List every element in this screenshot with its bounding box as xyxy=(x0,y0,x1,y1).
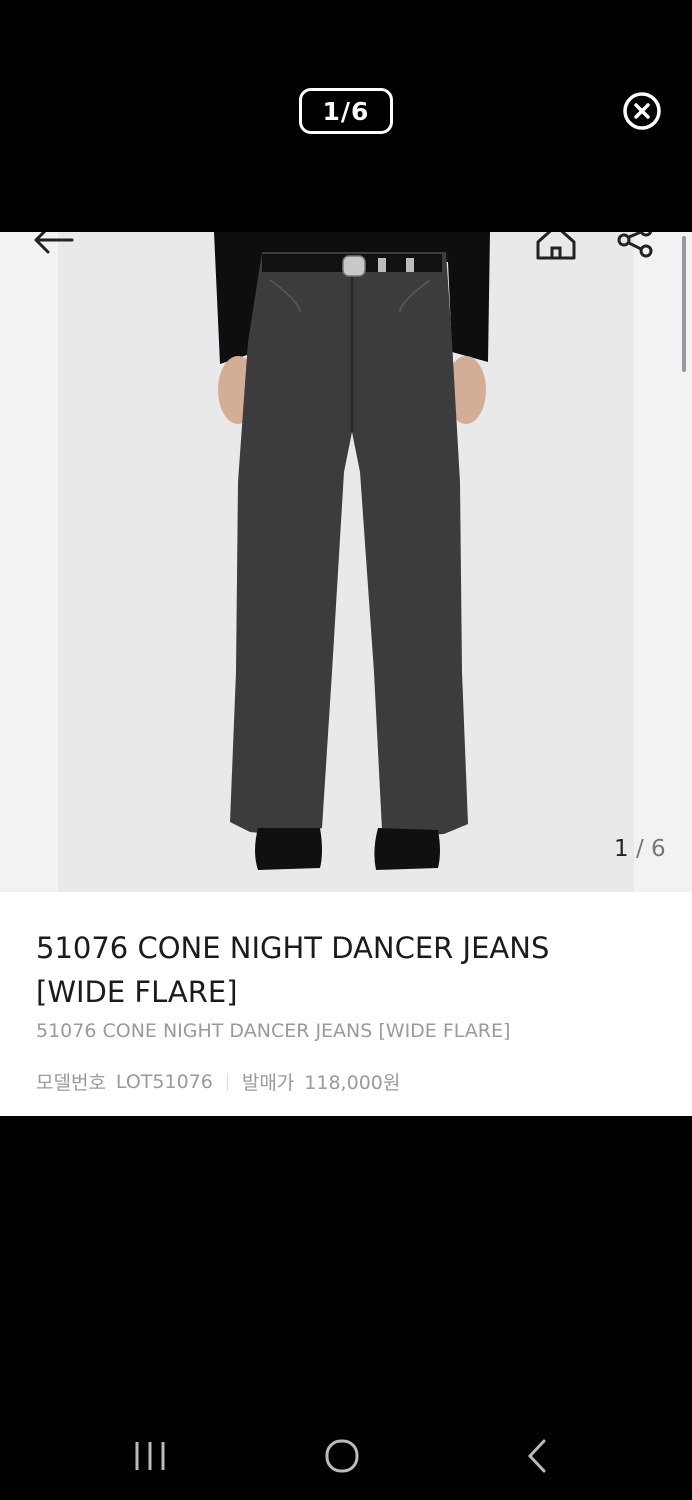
product-meta: 모델번호 LOT51076 발매가 118,000원 xyxy=(36,1068,400,1095)
recent-apps-icon[interactable] xyxy=(132,1440,168,1472)
home-icon[interactable] xyxy=(534,232,578,260)
product-subtitle: 51076 CONE NIGHT DANCER JEANS [WIDE FLAR… xyxy=(36,1020,511,1042)
system-navigation-bar xyxy=(0,1416,692,1500)
product-title: 51076 CONE NIGHT DANCER JEANS [WIDE FLAR… xyxy=(36,931,550,1009)
release-price-value: 118,000원 xyxy=(304,1072,401,1094)
model-number-label: 모델번호 xyxy=(36,1072,106,1094)
viewer-page-counter: 1/6 xyxy=(299,88,393,134)
product-photo[interactable]: 1 / 6 xyxy=(0,232,692,892)
release-price-label: 발매가 xyxy=(241,1072,295,1094)
image-counter: 1 / 6 xyxy=(614,836,666,862)
close-icon[interactable] xyxy=(622,91,662,131)
meta-divider xyxy=(226,1072,228,1091)
share-icon[interactable] xyxy=(616,232,656,260)
screenshot-card: 1 / 6 51076 CONE NIGHT DANCER JEANS [WID… xyxy=(0,232,692,1116)
image-counter-current: 1 xyxy=(614,836,629,862)
image-counter-total: / 6 xyxy=(635,836,666,862)
chevron-left-icon[interactable] xyxy=(522,1438,552,1474)
product-info: 51076 CONE NIGHT DANCER JEANS [WIDE FLAR… xyxy=(0,892,692,1116)
model-number-value: LOT51076 xyxy=(115,1070,213,1093)
home-circle-icon[interactable] xyxy=(324,1438,360,1474)
scrollbar[interactable] xyxy=(682,236,686,372)
back-arrow-icon[interactable] xyxy=(32,232,76,258)
